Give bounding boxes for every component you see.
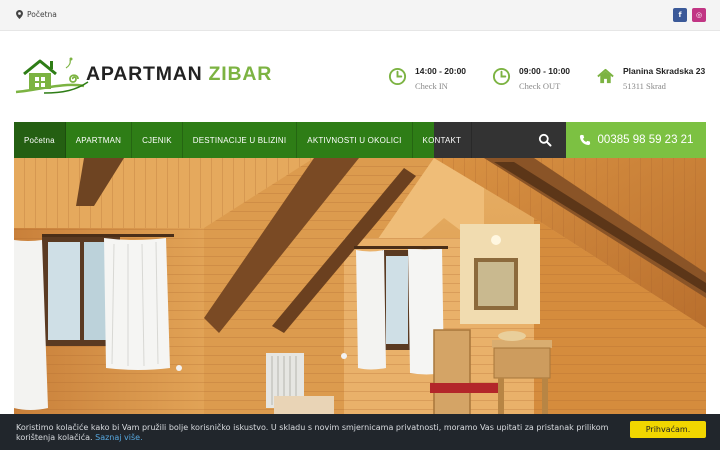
clock-icon xyxy=(492,67,511,86)
phone-number: 00385 98 59 23 21 xyxy=(597,134,694,146)
nav-item-apartman[interactable]: APARTMAN xyxy=(66,122,133,158)
cookie-accept-button[interactable]: Prihvaćam. xyxy=(630,421,706,438)
top-bar: Početna f ◎ xyxy=(0,0,720,31)
checkout-label: Check OUT xyxy=(519,81,561,91)
phone-button[interactable]: 00385 98 59 23 21 xyxy=(566,122,706,158)
cookie-learn-more-link[interactable]: Saznaj više. xyxy=(95,433,143,442)
breadcrumb-home[interactable]: Početna xyxy=(27,10,57,19)
hero-image xyxy=(14,158,706,428)
main-nav: Početna APARTMAN CJENIK DESTINACIJE U BL… xyxy=(14,122,706,158)
address-city: 51311 Skrad xyxy=(623,81,666,91)
clock-icon xyxy=(388,67,407,86)
instagram-icon[interactable]: ◎ xyxy=(692,8,706,22)
logo-word-zibar: ZIBAR xyxy=(208,63,273,85)
nav-menu: Početna APARTMAN CJENIK DESTINACIJE U BL… xyxy=(14,122,473,158)
logo-word-apartman: APARTMAN xyxy=(86,63,203,85)
search-icon[interactable] xyxy=(538,133,552,147)
address-street: Planina Skradska 23 xyxy=(623,66,706,76)
breadcrumb[interactable]: Početna xyxy=(16,10,57,19)
checkout-time: 09:00 - 10:00 xyxy=(519,66,571,76)
checkin-info: 14:00 - 20:00 Check IN xyxy=(388,66,466,91)
nav-item-destinacije[interactable]: DESTINACIJE U BLIZINI xyxy=(183,122,298,158)
address-info: Planina Skradska 23 51311 Skrad xyxy=(596,66,705,91)
facebook-icon[interactable]: f xyxy=(673,8,687,22)
checkin-label: Check IN xyxy=(415,81,448,91)
nav-item-kontakt[interactable]: KONTAKT xyxy=(413,122,473,158)
cookie-message: Koristimo kolačiće kako bi Vam pružili b… xyxy=(16,423,626,443)
checkin-time: 14:00 - 20:00 xyxy=(415,66,467,76)
checkout-info: 09:00 - 10:00 Check OUT xyxy=(492,66,570,91)
logo-text[interactable]: APARTMAN ZIBAR xyxy=(86,63,272,86)
home-icon xyxy=(597,68,614,84)
map-pin-icon xyxy=(16,10,23,19)
nav-item-pocetna[interactable]: Početna xyxy=(14,122,66,158)
cookie-banner: Koristimo kolačiće kako bi Vam pružili b… xyxy=(0,414,720,450)
phone-icon xyxy=(579,134,590,146)
nav-item-cjenik[interactable]: CJENIK xyxy=(132,122,183,158)
nav-item-aktivnosti[interactable]: AKTIVNOSTI U OKOLICI xyxy=(297,122,413,158)
attic-room-illustration xyxy=(14,158,706,428)
